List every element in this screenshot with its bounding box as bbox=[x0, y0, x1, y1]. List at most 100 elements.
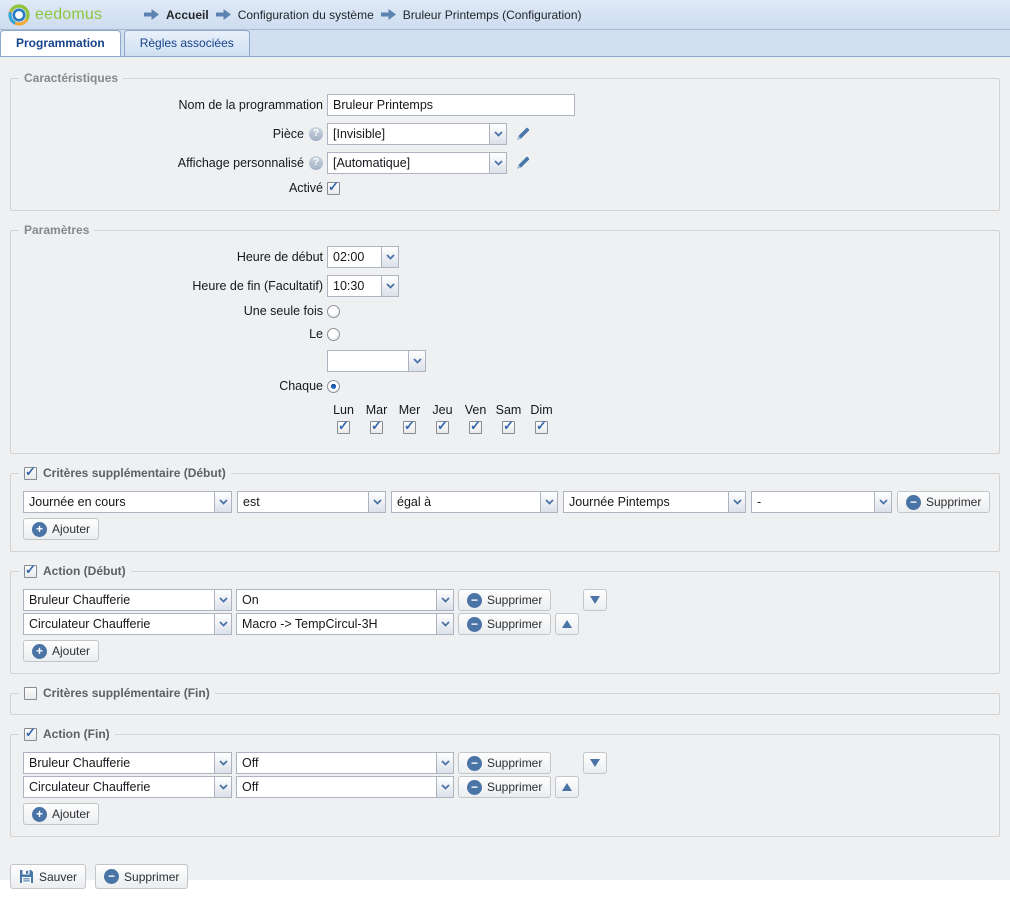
every-radio[interactable] bbox=[327, 380, 340, 393]
condition-verb-select[interactable]: est bbox=[237, 491, 386, 513]
chevron-down-icon[interactable] bbox=[489, 124, 506, 144]
action-device-select[interactable]: Circulateur Chaufferie bbox=[23, 613, 232, 635]
chevron-down-icon[interactable] bbox=[874, 492, 891, 512]
chevron-down-icon[interactable] bbox=[381, 276, 398, 296]
every-label: Chaque bbox=[23, 379, 323, 393]
day-wednesday-checkbox[interactable]: ✓ bbox=[403, 421, 416, 434]
tab-regles-associees[interactable]: Règles associées bbox=[124, 30, 250, 56]
on-date-radio[interactable] bbox=[327, 328, 340, 341]
day-tuesday-checkbox[interactable]: ✓ bbox=[370, 421, 383, 434]
criteres-fin-checkbox[interactable] bbox=[24, 687, 37, 700]
action-debut-checkbox[interactable]: ✓ bbox=[24, 565, 37, 578]
eedomus-logo-icon bbox=[8, 4, 30, 26]
delete-action-button[interactable]: − Supprimer bbox=[458, 613, 551, 635]
breadcrumb-arrow-icon bbox=[381, 9, 396, 20]
weekday-checkboxes: Lun ✓ Mar ✓ Mer ✓ Jeu ✓ Ven ✓ Sam ✓ bbox=[327, 403, 987, 434]
delete-action-button[interactable]: − Supprimer bbox=[458, 589, 551, 611]
once-radio[interactable] bbox=[327, 305, 340, 318]
move-up-button[interactable] bbox=[555, 776, 579, 798]
chevron-down-icon[interactable] bbox=[408, 351, 425, 371]
day-thursday-checkbox[interactable]: ✓ bbox=[436, 421, 449, 434]
date-select[interactable] bbox=[327, 350, 426, 372]
edit-room-pencil-icon[interactable] bbox=[515, 126, 531, 142]
section-criteres-debut-legend: ✓ Critères supplémentaire (Début) bbox=[19, 465, 231, 482]
day-saturday-checkbox[interactable]: ✓ bbox=[502, 421, 515, 434]
save-floppy-icon bbox=[19, 869, 34, 884]
add-action-button[interactable]: + Ajouter bbox=[23, 803, 99, 825]
action-value-select[interactable]: On bbox=[236, 589, 454, 611]
section-action-debut-legend: ✓ Action (Début) bbox=[19, 563, 131, 580]
action-device-select[interactable]: Bruleur Chaufferie bbox=[23, 589, 232, 611]
section-title: Critères supplémentaire (Début) bbox=[43, 465, 226, 482]
day-friday-checkbox[interactable]: ✓ bbox=[469, 421, 482, 434]
save-button[interactable]: Sauver bbox=[10, 864, 86, 889]
day-sunday-checkbox[interactable]: ✓ bbox=[535, 421, 548, 434]
action-fin-checkbox[interactable]: ✓ bbox=[24, 728, 37, 741]
section-criteres-debut: ✓ Critères supplémentaire (Début) Journé… bbox=[10, 473, 1000, 552]
chevron-down-icon[interactable] bbox=[436, 590, 453, 610]
section-criteres-fin-legend: Critères supplémentaire (Fin) bbox=[19, 685, 215, 702]
breadcrumb-home[interactable]: Accueil bbox=[166, 8, 209, 22]
move-down-button[interactable] bbox=[583, 589, 607, 611]
start-time-label: Heure de début bbox=[23, 250, 323, 264]
minus-circle-icon: − bbox=[467, 593, 482, 608]
delete-action-button[interactable]: − Supprimer bbox=[458, 752, 551, 774]
section-parametres: Paramètres Heure de début 02:00 Heure de… bbox=[10, 230, 1000, 454]
section-action-fin: ✓ Action (Fin) Bruleur Chaufferie Off − … bbox=[10, 734, 1000, 837]
criteres-debut-checkbox[interactable]: ✓ bbox=[24, 467, 37, 480]
condition-extra-select[interactable]: - bbox=[751, 491, 892, 513]
move-up-button[interactable] bbox=[555, 613, 579, 635]
action-value-select[interactable]: Off bbox=[236, 776, 454, 798]
minus-circle-icon: − bbox=[467, 617, 482, 632]
program-name-input[interactable] bbox=[327, 94, 575, 116]
section-title: Caractéristiques bbox=[24, 70, 118, 87]
add-action-button[interactable]: + Ajouter bbox=[23, 640, 99, 662]
condition-device-select[interactable]: Journée en cours bbox=[23, 491, 232, 513]
active-label: Activé bbox=[23, 181, 323, 195]
chevron-down-icon[interactable] bbox=[214, 614, 231, 634]
chevron-down-icon[interactable] bbox=[540, 492, 557, 512]
chevron-down-icon[interactable] bbox=[214, 590, 231, 610]
section-title: Critères supplémentaire (Fin) bbox=[43, 685, 210, 702]
condition-value-select[interactable]: Journée Pintemps bbox=[563, 491, 746, 513]
chevron-down-icon[interactable] bbox=[728, 492, 745, 512]
chevron-down-icon[interactable] bbox=[368, 492, 385, 512]
action-device-select[interactable]: Bruleur Chaufferie bbox=[23, 752, 232, 774]
active-checkbox[interactable]: ✓ bbox=[327, 182, 340, 195]
chevron-down-icon[interactable] bbox=[436, 614, 453, 634]
eedomus-logo[interactable]: eedomus bbox=[8, 4, 126, 26]
end-time-select[interactable]: 10:30 bbox=[327, 275, 399, 297]
tab-bar: Programmation Règles associées bbox=[0, 30, 1010, 57]
move-down-button[interactable] bbox=[583, 752, 607, 774]
help-icon[interactable]: ? bbox=[309, 127, 323, 141]
chevron-down-icon[interactable] bbox=[214, 777, 231, 797]
condition-operator-select[interactable]: égal à bbox=[391, 491, 558, 513]
chevron-down-icon[interactable] bbox=[489, 153, 506, 173]
section-caracteristiques-legend: Caractéristiques bbox=[19, 70, 123, 87]
chevron-down-icon[interactable] bbox=[214, 492, 231, 512]
room-select[interactable]: [Invisible] bbox=[327, 123, 507, 145]
help-icon[interactable]: ? bbox=[309, 156, 323, 170]
breadcrumb-system-config[interactable]: Configuration du système bbox=[238, 8, 374, 22]
delete-action-button[interactable]: − Supprimer bbox=[458, 776, 551, 798]
day-monday-checkbox[interactable]: ✓ bbox=[337, 421, 350, 434]
day-sunday: Dim ✓ bbox=[525, 403, 558, 434]
breadcrumb-current-page: Bruleur Printemps (Configuration) bbox=[403, 8, 582, 22]
action-value-select[interactable]: Macro -> TempCircul-3H bbox=[236, 613, 454, 635]
display-select[interactable]: [Automatique] bbox=[327, 152, 507, 174]
chevron-down-icon[interactable] bbox=[436, 753, 453, 773]
once-label: Une seule fois bbox=[23, 304, 323, 318]
chevron-down-icon[interactable] bbox=[214, 753, 231, 773]
section-caracteristiques: Caractéristiques Nom de la programmation… bbox=[10, 78, 1000, 211]
edit-display-pencil-icon[interactable] bbox=[515, 155, 531, 171]
add-condition-button[interactable]: + Ajouter bbox=[23, 518, 99, 540]
action-device-select[interactable]: Circulateur Chaufferie bbox=[23, 776, 232, 798]
delete-condition-button[interactable]: − Supprimer bbox=[897, 491, 990, 513]
display-label: Affichage personnalisé ? bbox=[23, 156, 323, 170]
chevron-down-icon[interactable] bbox=[381, 247, 398, 267]
delete-program-button[interactable]: − Supprimer bbox=[95, 864, 188, 889]
action-value-select[interactable]: Off bbox=[236, 752, 454, 774]
chevron-down-icon[interactable] bbox=[436, 777, 453, 797]
start-time-select[interactable]: 02:00 bbox=[327, 246, 399, 268]
tab-programmation[interactable]: Programmation bbox=[0, 30, 121, 56]
